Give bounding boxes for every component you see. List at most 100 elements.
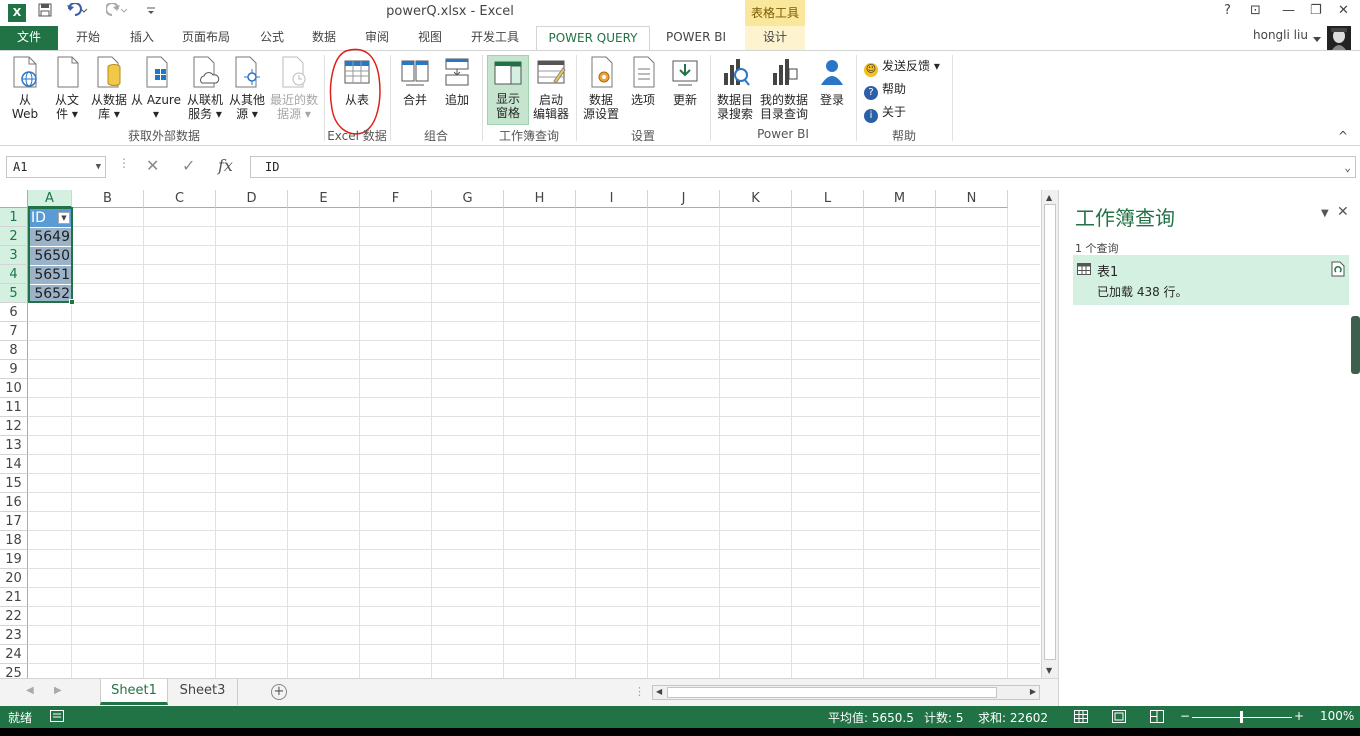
row-header-5[interactable]: 5 <box>0 284 28 303</box>
help-button[interactable]: ? <box>1224 3 1231 18</box>
row-header-10[interactable]: 10 <box>0 379 28 398</box>
column-header-h[interactable]: H <box>504 190 576 208</box>
avatar[interactable] <box>1327 26 1351 53</box>
vertical-scrollbar[interactable]: ▲ ▼ <box>1041 190 1058 678</box>
pane-close-icon[interactable]: ✕ <box>1337 204 1349 220</box>
tab-power-bi[interactable]: POWER BI <box>654 26 738 50</box>
query-item[interactable]: 表1 已加载 438 行。 <box>1073 255 1349 305</box>
worksheet-grid[interactable]: ABCDEFGHIJKLMN 1 2 3 4 5 6 7 8 9 10 11 12 13 14 15 16 17… <box>0 190 1040 678</box>
formula-input[interactable]: ID ⌄ <box>250 156 1356 178</box>
row-header-21[interactable]: 21 <box>0 588 28 607</box>
row-header-16[interactable]: 16 <box>0 493 28 512</box>
vertical-scroll-thumb[interactable] <box>1044 204 1056 660</box>
row-header-12[interactable]: 12 <box>0 417 28 436</box>
scroll-left-icon[interactable]: ◀ <box>656 687 662 696</box>
column-header-k[interactable]: K <box>720 190 792 208</box>
row-header-4[interactable]: 4 <box>0 265 28 284</box>
row-header-2[interactable]: 2 <box>0 227 28 246</box>
from-database-button[interactable]: 从数据库 ▾ <box>89 55 129 121</box>
normal-view-icon[interactable] <box>1074 710 1088 726</box>
launch-editor-button[interactable]: 启动 编辑器 <box>530 55 572 121</box>
recent-sources-button[interactable]: 最近的数 据源 ▾ <box>268 55 320 121</box>
row-header-8[interactable]: 8 <box>0 341 28 360</box>
select-all-button[interactable] <box>0 190 28 208</box>
row-header-17[interactable]: 17 <box>0 512 28 531</box>
row-header-9[interactable]: 9 <box>0 360 28 379</box>
from-online-services-button[interactable]: 从联机 服务 ▾ <box>185 55 225 121</box>
row-header-14[interactable]: 14 <box>0 455 28 474</box>
drag-handle-icon[interactable]: ⋮ <box>118 156 130 170</box>
row-header-22[interactable]: 22 <box>0 607 28 626</box>
data-catalog-search-button[interactable]: 数据目 录搜索 <box>714 55 756 121</box>
column-header-a[interactable]: A <box>28 190 72 208</box>
fill-handle[interactable] <box>69 299 75 305</box>
page-layout-view-icon[interactable] <box>1112 710 1126 726</box>
sheet-tab-sheet1[interactable]: Sheet1 <box>100 679 168 705</box>
page-break-view-icon[interactable] <box>1150 710 1164 726</box>
scroll-down-icon[interactable]: ▼ <box>1046 666 1052 675</box>
row-header-13[interactable]: 13 <box>0 436 28 455</box>
tab-home[interactable]: 开始 <box>64 26 112 50</box>
scroll-up-icon[interactable]: ▲ <box>1046 193 1052 202</box>
maximize-button[interactable]: ❐ <box>1310 3 1322 18</box>
column-header-n[interactable]: N <box>936 190 1008 208</box>
tab-insert[interactable]: 插入 <box>118 26 166 50</box>
close-button[interactable]: ✕ <box>1338 3 1349 18</box>
minimize-button[interactable]: — <box>1282 3 1295 18</box>
row-header-20[interactable]: 20 <box>0 569 28 588</box>
row-header-6[interactable]: 6 <box>0 303 28 322</box>
merge-button[interactable]: 合并 <box>396 55 434 107</box>
column-header-c[interactable]: C <box>144 190 216 208</box>
add-sheet-button[interactable]: + <box>271 684 287 700</box>
user-dropdown-icon[interactable] <box>1313 32 1321 46</box>
row-header-15[interactable]: 15 <box>0 474 28 493</box>
horizontal-scroll-thumb[interactable] <box>667 687 997 698</box>
splitter-handle-icon[interactable]: ⋮ <box>634 685 645 698</box>
tab-view[interactable]: 视图 <box>406 26 454 50</box>
row-header-1[interactable]: 1 <box>0 208 28 227</box>
data-source-settings-button[interactable]: 数据 源设置 <box>581 55 621 121</box>
zoom-level[interactable]: 100% <box>1320 709 1354 723</box>
zoom-out-button[interactable]: − <box>1180 709 1190 723</box>
sheet-prev-icon[interactable]: ◀ <box>26 685 34 696</box>
edit-query-icon[interactable] <box>1331 261 1345 280</box>
append-button[interactable]: 追加 <box>438 55 476 107</box>
row-header-24[interactable]: 24 <box>0 645 28 664</box>
row-header-7[interactable]: 7 <box>0 322 28 341</box>
row-header-3[interactable]: 3 <box>0 246 28 265</box>
tab-design[interactable]: 设计 <box>745 26 805 50</box>
tab-developer[interactable]: 开发工具 <box>462 26 528 50</box>
sheet-tab-sheet3[interactable]: Sheet3 <box>168 679 238 705</box>
tab-page-layout[interactable]: 页面布局 <box>172 26 240 50</box>
column-header-m[interactable]: M <box>864 190 936 208</box>
send-feedback-button[interactable]: ☺ 发送反馈 ▾ <box>864 57 940 77</box>
from-web-button[interactable]: 从 Web <box>6 55 44 121</box>
cancel-icon[interactable]: ✕ <box>146 156 159 175</box>
ribbon-display-options-button[interactable]: ⊡ <box>1250 3 1261 18</box>
column-header-j[interactable]: J <box>648 190 720 208</box>
row-header-19[interactable]: 19 <box>0 550 28 569</box>
pane-options-icon[interactable]: ▼ <box>1321 208 1329 219</box>
column-header-b[interactable]: B <box>72 190 144 208</box>
scroll-right-icon[interactable]: ▶ <box>1030 687 1036 696</box>
tab-formulas[interactable]: 公式 <box>248 26 296 50</box>
column-header-d[interactable]: D <box>216 190 288 208</box>
zoom-slider-thumb[interactable] <box>1240 711 1243 723</box>
help-menu-button[interactable]: ? 帮助 <box>864 80 906 100</box>
column-header-l[interactable]: L <box>792 190 864 208</box>
insert-function-button[interactable]: fx <box>218 156 233 175</box>
from-file-button[interactable]: 从文件 ▾ <box>48 55 86 121</box>
column-header-g[interactable]: G <box>432 190 504 208</box>
tab-power-query[interactable]: POWER QUERY <box>536 26 650 51</box>
row-header-18[interactable]: 18 <box>0 531 28 550</box>
name-box[interactable]: A1 ▼ <box>6 156 106 178</box>
collapse-ribbon-button[interactable]: ^ <box>1338 129 1348 143</box>
tab-file[interactable]: 文件 <box>0 26 58 50</box>
sheet-next-icon[interactable]: ▶ <box>54 685 62 696</box>
macro-record-icon[interactable] <box>50 710 64 725</box>
from-other-sources-button[interactable]: 从其他源 ▾ <box>227 55 267 121</box>
sign-in-button[interactable]: 登录 <box>814 55 850 107</box>
show-pane-button[interactable]: 显示 窗格 <box>487 55 529 125</box>
column-header-f[interactable]: F <box>360 190 432 208</box>
row-header-25[interactable]: 25 <box>0 664 28 678</box>
